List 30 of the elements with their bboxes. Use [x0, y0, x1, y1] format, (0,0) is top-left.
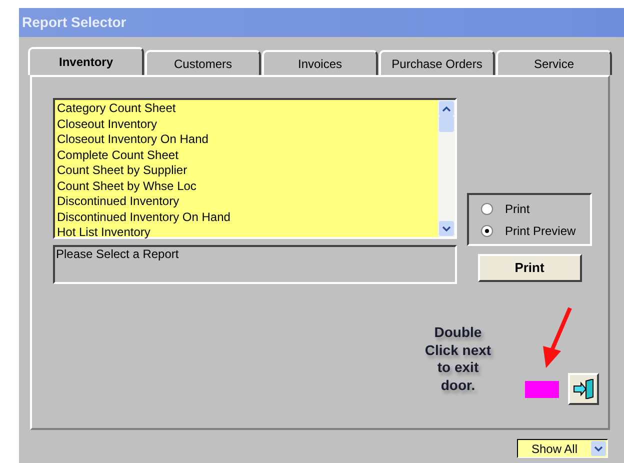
exit-door-button[interactable]: [568, 373, 599, 405]
scrollbar[interactable]: [438, 100, 455, 237]
radio-label: Print: [505, 200, 530, 218]
radio-button[interactable]: [481, 202, 493, 214]
scroll-thumb[interactable]: [439, 116, 454, 132]
window-title: Report Selector: [19, 8, 624, 37]
report-item[interactable]: Discontinued Inventory On Hand: [57, 210, 438, 225]
show-all-dropdown[interactable]: Show All: [517, 439, 608, 458]
highlight-marker: [525, 381, 559, 398]
report-item[interactable]: Closeout Inventory: [57, 116, 438, 132]
print-button[interactable]: Print: [478, 254, 582, 282]
report-item[interactable]: Closeout Inventory On Hand: [57, 132, 438, 148]
tab[interactable]: Customers: [145, 50, 261, 75]
tab[interactable]: Inventory: [28, 47, 144, 75]
scroll-up-icon[interactable]: [439, 101, 454, 116]
tab[interactable]: Service: [496, 50, 612, 75]
report-item[interactable]: Hot List Inventory: [57, 225, 438, 240]
radio-label: Print Preview: [505, 222, 576, 240]
exit-door-icon: [572, 379, 594, 399]
status-box: Please Select a Report: [53, 245, 457, 284]
annotation-text: Double Click next to exit door.: [424, 324, 492, 394]
tab[interactable]: Invoices: [262, 50, 378, 75]
report-item[interactable]: Complete Count Sheet: [57, 148, 438, 163]
report-item[interactable]: Category Count Sheet: [57, 101, 438, 116]
scroll-down-icon[interactable]: [439, 221, 454, 236]
tab[interactable]: Purchase Orders: [379, 50, 495, 75]
radio-button[interactable]: [481, 224, 493, 236]
report-item[interactable]: Count Sheet by Whse Loc: [57, 178, 438, 194]
report-item[interactable]: Discontinued Inventory: [57, 194, 438, 210]
report-item[interactable]: Count Sheet by Supplier: [57, 163, 438, 178]
